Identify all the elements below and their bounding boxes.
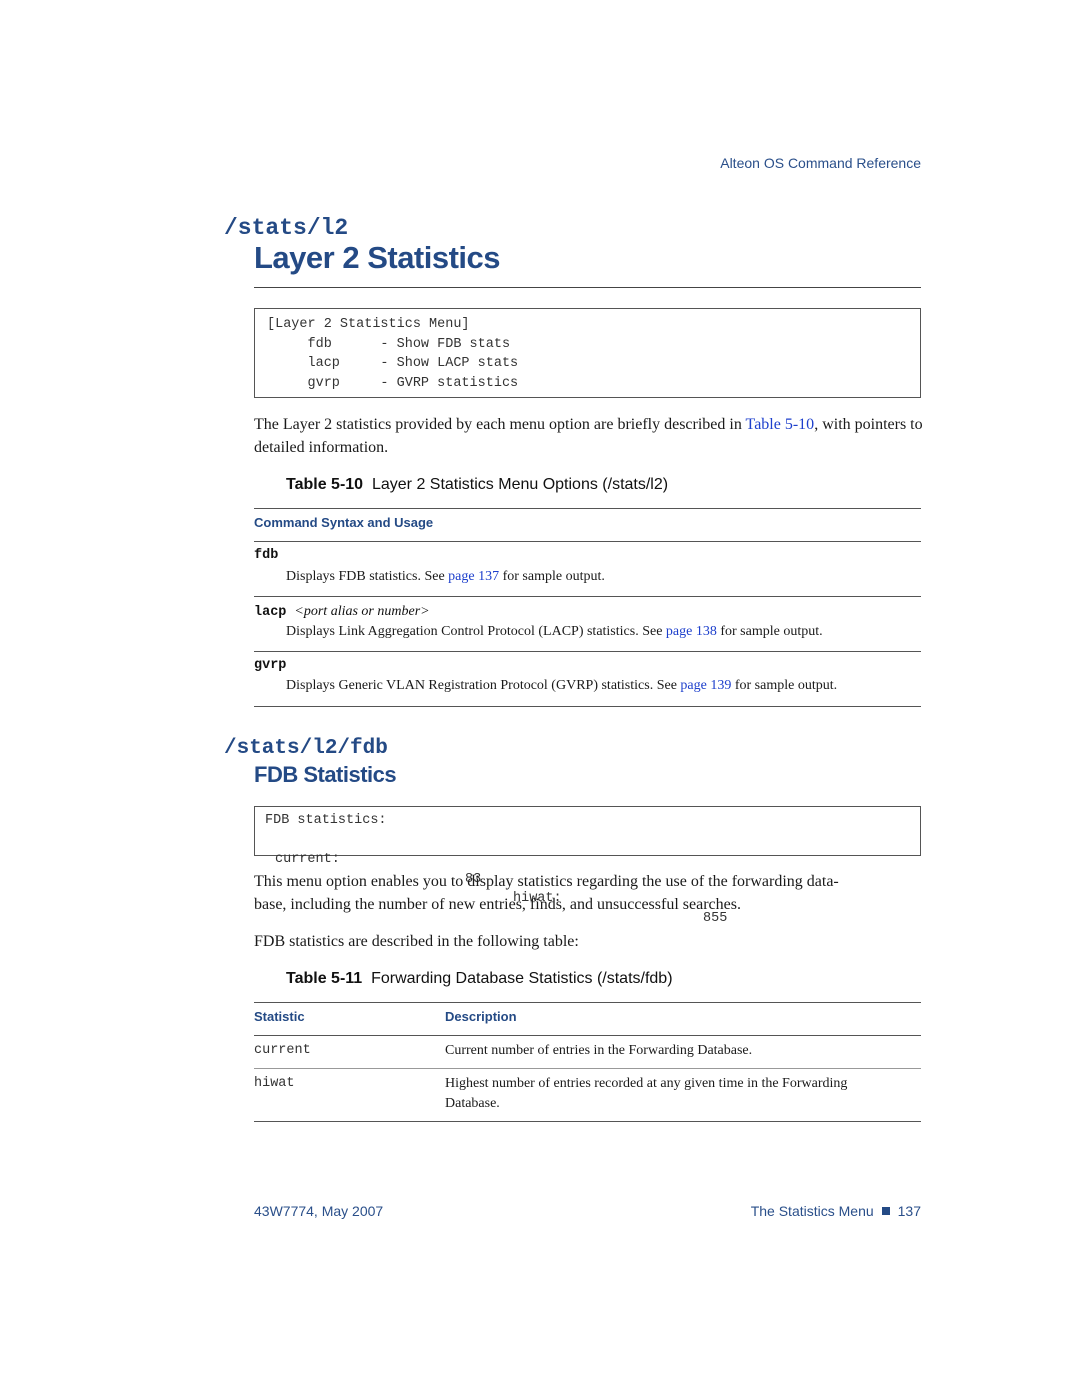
row-divider: [254, 1068, 921, 1069]
command-lacp-row: lacp <port alias or number>: [254, 602, 430, 620]
row-divider: [254, 596, 921, 597]
column-header-description: Description: [445, 1009, 517, 1024]
command-argument: <port alias or number>: [294, 604, 430, 619]
intro-text: The Layer 2 statistics provided by each …: [254, 416, 746, 433]
desc-text: Displays Link Aggregation Control Protoc…: [286, 624, 666, 639]
section-title: Layer 2 Statistics: [254, 240, 501, 275]
fdb-table-intro: FDB statistics are described in the foll…: [254, 933, 579, 950]
command-fdb: fdb: [254, 548, 279, 563]
table-bottom-rule: [254, 1121, 921, 1122]
page-link[interactable]: page 137: [448, 569, 499, 584]
paragraph-line: This menu option enables you to display …: [254, 873, 839, 890]
statistic-hiwat: hiwat: [254, 1076, 295, 1091]
page-number: 137: [897, 1203, 921, 1219]
code-line: fdb - Show FDB stats: [267, 336, 511, 352]
column-header-statistic: Statistic: [254, 1009, 305, 1024]
table-caption-text: Layer 2 Statistics Menu Options (/stats/…: [371, 476, 669, 493]
code-line: lacp - Show LACP stats: [267, 356, 519, 371]
section-command-path: /stats/l2: [224, 215, 349, 241]
footer-page-info: The Statistics Menu 137: [751, 1203, 921, 1219]
table-top-rule: [254, 1002, 921, 1003]
table-header-rule: [254, 1035, 921, 1036]
code-line: gvrp - GVRP statistics: [267, 375, 519, 391]
desc-text: Displays Generic VLAN Registration Proto…: [286, 678, 681, 693]
output-values-line: current: 83 hiwat: 855: [265, 831, 920, 926]
table-caption: Table 5-10 Layer 2 Statistics Menu Optio…: [286, 476, 668, 494]
desc-text: for sample output.: [731, 678, 838, 693]
menu-code-box: [Layer 2 Statistics Menu] fdb - Show FDB…: [254, 308, 921, 398]
desc-text: for sample output.: [499, 569, 605, 584]
command-gvrp: gvrp: [254, 658, 287, 673]
statistic-current: current: [254, 1043, 311, 1058]
command-description: Displays FDB statistics. See page 137 fo…: [286, 569, 605, 585]
page-link[interactable]: page 138: [666, 624, 717, 639]
desc-line: Highest number of entries recorded at an…: [445, 1076, 848, 1091]
table-caption-text: Forwarding Database Statistics (/stats/f…: [371, 970, 673, 987]
table-number: Table 5-10: [286, 476, 364, 493]
table-number: Table 5-11: [286, 970, 363, 987]
table-link[interactable]: Table 5-10: [746, 416, 815, 433]
table-caption: Table 5-11 Forwarding Database Statistic…: [286, 970, 673, 988]
intro-paragraph: The Layer 2 statistics provided by each …: [254, 413, 924, 459]
desc-text: Displays FDB statistics. See: [286, 569, 449, 584]
page-link[interactable]: page 139: [680, 678, 731, 693]
fdb-output-box: FDB statistics: current: 83 hiwat: 855: [254, 806, 921, 926]
square-bullet-icon: [881, 1207, 890, 1215]
table-top-rule: [254, 508, 921, 509]
footer-chapter: The Statistics Menu: [750, 1203, 874, 1219]
table-bottom-rule: [254, 706, 921, 707]
fdb-description-paragraph: This menu option enables you to display …: [254, 870, 934, 916]
desc-line: Database.: [445, 1096, 500, 1111]
code-line: [Layer 2 Statistics Menu]: [267, 317, 470, 332]
statistic-description: Highest number of entries recorded at an…: [445, 1074, 921, 1114]
section-title: FDB Statistics: [254, 762, 397, 787]
row-divider: [254, 651, 921, 652]
command-description: Displays Link Aggregation Control Protoc…: [286, 624, 823, 640]
section-command-path: /stats/l2/fdb: [224, 737, 388, 760]
paragraph-line: base, including the number of new entrie…: [254, 896, 741, 913]
table-header-rule: [254, 541, 921, 542]
column-header: Command Syntax and Usage: [254, 515, 434, 530]
command-lacp: lacp: [254, 605, 287, 620]
footer-doc-id: 43W7774, May 2007: [254, 1203, 384, 1219]
current-label: current:: [275, 852, 340, 867]
heading-divider: [254, 287, 921, 288]
running-head: Alteon OS Command Reference: [720, 155, 921, 171]
command-description: Displays Generic VLAN Registration Proto…: [286, 678, 837, 694]
output-title: FDB statistics:: [265, 813, 387, 828]
statistic-description: Current number of entries in the Forward…: [445, 1043, 753, 1058]
desc-text: for sample output.: [716, 624, 823, 639]
